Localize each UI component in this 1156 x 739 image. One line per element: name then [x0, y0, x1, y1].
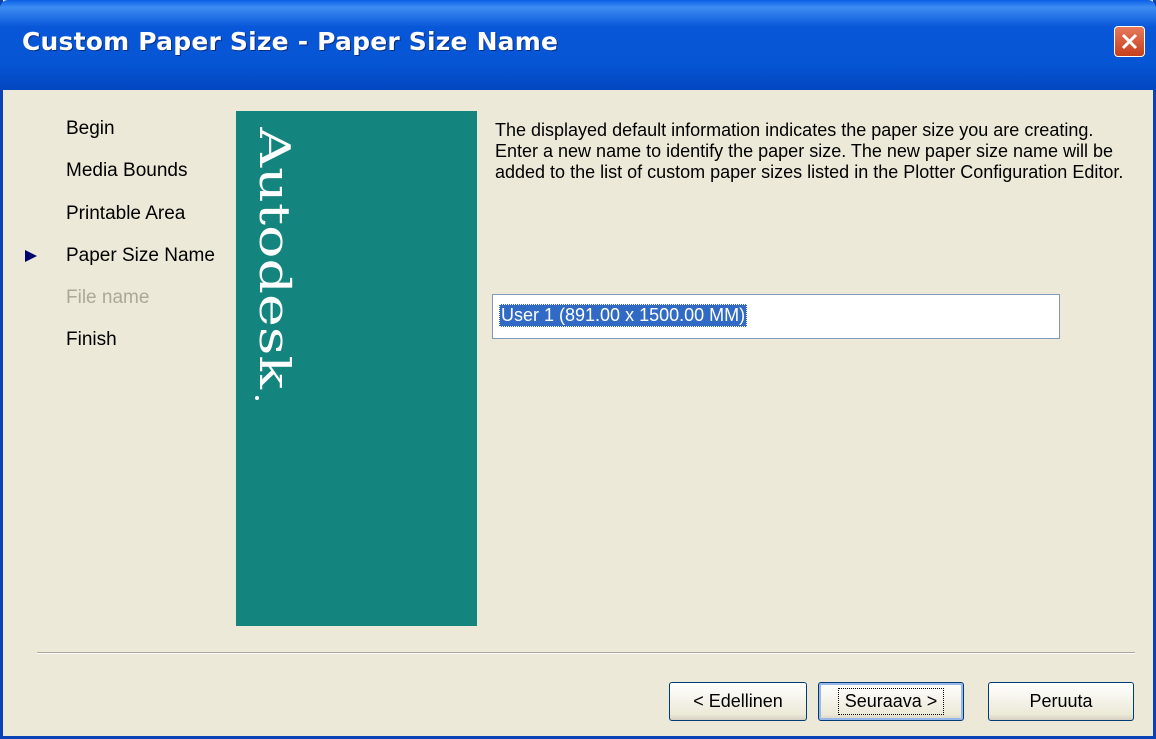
description-text: The displayed default information indica… [495, 120, 1124, 182]
back-button[interactable]: < Edellinen [669, 682, 807, 721]
step-finish: Finish [66, 329, 117, 350]
step-begin: Begin [66, 118, 115, 139]
cancel-button[interactable]: Peruuta [988, 682, 1134, 721]
step-paper-size-name: Paper Size Name [66, 245, 215, 266]
title-bar[interactable]: Custom Paper Size - Paper Size Name [0, 0, 1156, 90]
current-step-arrow-icon [25, 250, 37, 262]
cancel-button-label: Peruuta [1029, 691, 1093, 711]
paper-size-name-value: User 1 (891.00 x 1500.00 MM) [499, 304, 748, 327]
back-button-label: < Edellinen [693, 691, 783, 711]
paper-size-name-input[interactable]: User 1 (891.00 x 1500.00 MM) [492, 294, 1060, 339]
close-icon [1121, 33, 1138, 50]
svg-text:Autodesk: Autodesk [254, 127, 299, 390]
autodesk-logo: Autodesk [254, 127, 299, 400]
dialog-window: Custom Paper Size - Paper Size Name [0, 0, 1156, 739]
dialog-title: Custom Paper Size - Paper Size Name [22, 27, 559, 56]
next-button-label: Seuraava > [837, 688, 945, 715]
close-button[interactable] [1114, 26, 1145, 57]
divider [37, 652, 1135, 654]
next-button[interactable]: Seuraava > [818, 682, 964, 721]
step-media-bounds: Media Bounds [66, 160, 188, 181]
step-printable-area: Printable Area [66, 203, 186, 224]
step-file-name: File name [66, 287, 150, 308]
